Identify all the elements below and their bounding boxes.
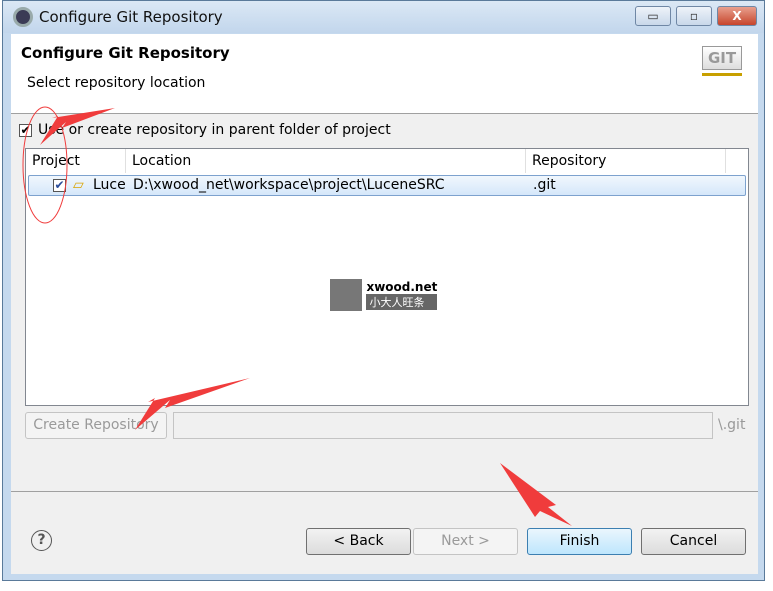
project-cell: Luce: [93, 177, 126, 193]
eclipse-icon: [13, 7, 33, 27]
use-parent-label: Use or create repository in parent folde…: [38, 122, 391, 138]
create-repository-button[interactable]: Create Repository: [25, 412, 167, 439]
back-button[interactable]: < Back: [306, 528, 411, 555]
watermark-text: xwood.net: [366, 280, 438, 294]
minimize-button[interactable]: ▭: [635, 6, 671, 26]
row-checkbox[interactable]: ✔: [53, 179, 66, 192]
title-bar: Configure Git Repository ▭ ▫ X: [3, 1, 764, 33]
watermark-subtext: 小大人旺条: [366, 294, 438, 310]
close-button[interactable]: X: [717, 6, 757, 26]
table-row[interactable]: ✔ ▱ Luce D:\xwood_net\workspace\project\…: [28, 175, 746, 196]
git-suffix: \.git: [718, 417, 746, 433]
page-title: Configure Git Repository: [21, 44, 230, 62]
location-cell: D:\xwood_net\workspace\project\LuceneSRC: [133, 177, 445, 193]
repository-cell: .git: [533, 177, 556, 193]
dialog-window: Configure Git Repository ▭ ▫ X Configure…: [2, 0, 765, 581]
robot-logo-icon: [330, 279, 362, 311]
column-header-location[interactable]: Location: [126, 149, 526, 173]
folder-icon: ▱: [73, 177, 84, 193]
watermark: xwood.net 小大人旺条: [330, 279, 438, 311]
finish-button[interactable]: Finish: [527, 528, 632, 555]
page-subtitle: Select repository location: [27, 75, 206, 91]
window-title: Configure Git Repository: [39, 8, 223, 26]
dialog-client: Configure Git Repository Select reposito…: [11, 34, 758, 574]
projects-table: Project Location Repository ✔ ▱ Luce D:\…: [25, 148, 749, 406]
use-parent-checkbox[interactable]: ✔: [19, 124, 32, 137]
repository-path-field[interactable]: [173, 412, 713, 439]
column-header-project[interactable]: Project: [26, 149, 126, 173]
maximize-button[interactable]: ▫: [676, 6, 712, 26]
git-logo-icon: GIT: [702, 46, 742, 80]
next-button[interactable]: Next >: [413, 528, 518, 555]
wizard-header: Configure Git Repository Select reposito…: [11, 34, 758, 114]
column-header-repository[interactable]: Repository: [526, 149, 726, 173]
cancel-button[interactable]: Cancel: [641, 528, 746, 555]
git-logo-text: GIT: [702, 46, 742, 70]
help-icon[interactable]: ?: [31, 530, 52, 551]
footer-separator: [11, 491, 758, 492]
